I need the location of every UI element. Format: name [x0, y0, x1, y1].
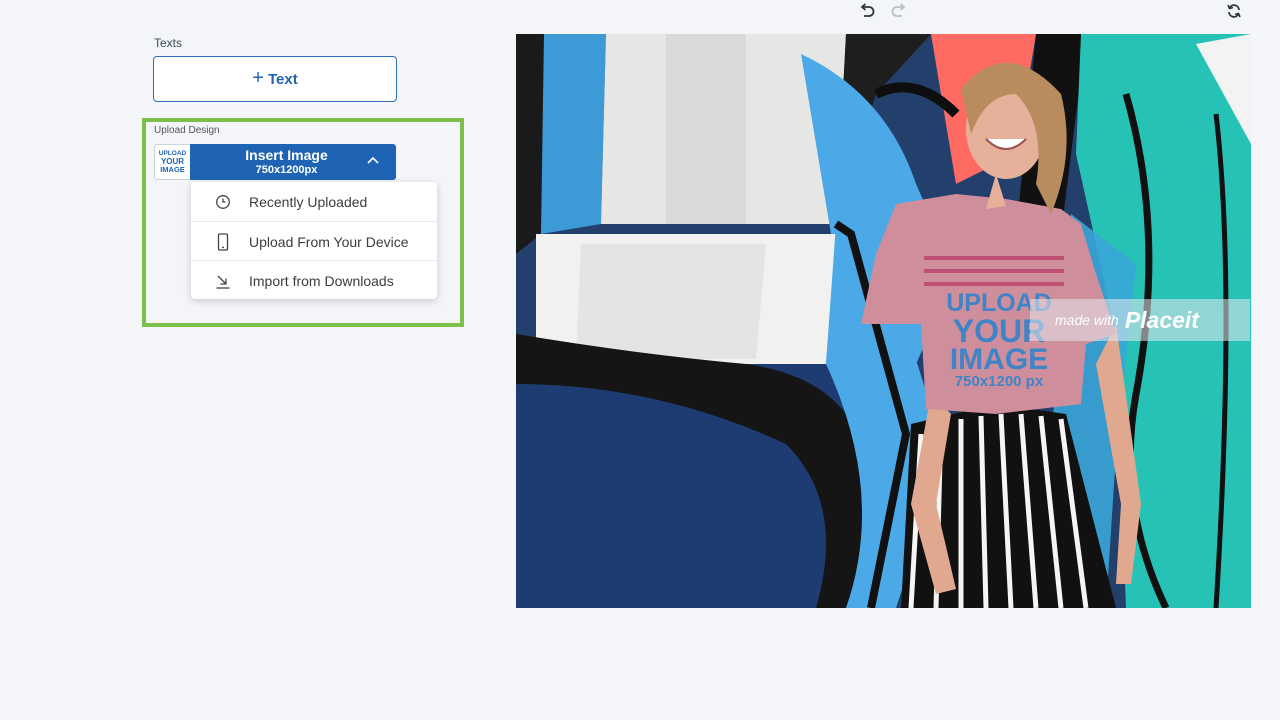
chevron-up-icon[interactable] — [366, 154, 380, 168]
add-text-button[interactable]: + Text — [153, 56, 397, 102]
insert-image-button[interactable]: Insert Image 750x1200px — [190, 144, 396, 180]
redo-icon[interactable] — [890, 2, 908, 20]
plus-icon: + — [252, 67, 264, 89]
add-text-label: Text — [267, 70, 298, 88]
watermark-brand: Placeit — [1124, 306, 1199, 333]
phone-icon — [214, 232, 232, 251]
upload-design-label: Upload Design — [154, 125, 220, 136]
menu-item-label: Recently Uploaded — [249, 193, 368, 210]
insert-image-size: 750x1200px — [255, 164, 318, 176]
menu-item-upload-from-device[interactable]: Upload From Your Device — [191, 221, 437, 261]
undo-icon[interactable] — [858, 2, 876, 20]
refresh-icon[interactable] — [1225, 2, 1243, 20]
clock-icon — [214, 193, 232, 211]
menu-item-label: Upload From Your Device — [249, 233, 409, 250]
texts-section-label: Texts — [154, 36, 183, 50]
shirt-text-line: IMAGE — [949, 343, 1049, 377]
placeit-watermark: made with Placeit — [1030, 299, 1250, 341]
insert-image-dropdown: Recently Uploaded Upload From Your Devic… — [191, 182, 437, 299]
upload-design-thumbnail[interactable]: UPLOAD YOUR IMAGE — [154, 144, 190, 180]
watermark-prefix: made with — [1055, 312, 1119, 328]
download-icon — [214, 272, 232, 290]
menu-item-recently-uploaded[interactable]: Recently Uploaded — [191, 182, 437, 221]
menu-item-label: Import from Downloads — [249, 272, 394, 289]
menu-item-import-from-downloads[interactable]: Import from Downloads — [191, 260, 437, 300]
insert-image-title: Insert Image — [245, 147, 328, 163]
thumb-line: IMAGE — [160, 164, 185, 174]
shirt-text-line: 750x1200 px — [954, 372, 1044, 390]
